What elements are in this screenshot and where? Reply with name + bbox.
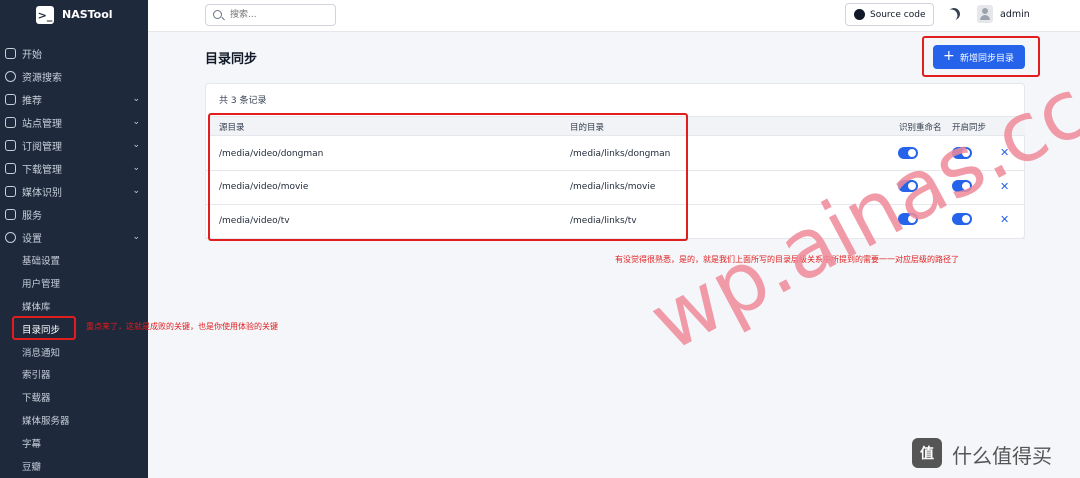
sidebar-item-label: 订阅管理 [22, 142, 62, 153]
username[interactable]: admin [1000, 9, 1030, 20]
sidebar-item-sites[interactable]: 站点管理 ⌄ [0, 111, 148, 134]
avatar[interactable] [977, 5, 993, 23]
search-box[interactable] [205, 4, 336, 26]
sidebar-item-start[interactable]: 开始 [0, 42, 148, 65]
check-square-icon [5, 117, 16, 128]
sidebar-subitem-library[interactable]: 媒体库 [0, 295, 148, 318]
moon-icon[interactable] [946, 6, 962, 22]
top-header: Source code admin [148, 0, 1080, 32]
sidebar: >_ NASTool 开始 资源搜索 推荐 ⌄ 站点管理 ⌄ 订阅管理 ⌄ 下载管理 ⌄… [0, 0, 148, 478]
gear-icon [5, 232, 16, 243]
chevron-down-icon: ⌄ [132, 94, 140, 104]
annotation-box-sidebar [12, 316, 76, 340]
sidebar-item-services[interactable]: 服务 [0, 203, 148, 226]
annotation-box-add-button [922, 36, 1040, 77]
sidebar-item-media-recognition[interactable]: 媒体识别 ⌄ [0, 180, 148, 203]
sidebar-item-subscriptions[interactable]: 订阅管理 ⌄ [0, 134, 148, 157]
star-icon [5, 94, 16, 105]
sidebar-item-label: 媒体识别 [22, 188, 62, 199]
sidebar-subitem-notifications[interactable]: 消息通知 [0, 340, 148, 363]
sidebar-item-label: 开始 [22, 50, 42, 61]
sidebar-item-label: 资源搜索 [22, 73, 62, 84]
home-icon [5, 48, 16, 59]
chevron-down-icon: ⌄ [132, 186, 140, 196]
sidebar-subitem-basic[interactable]: 基础设置 [0, 249, 148, 272]
chevron-down-icon: ⌄ [132, 140, 140, 150]
github-icon [854, 9, 865, 20]
source-code-label: Source code [870, 9, 926, 20]
close-icon[interactable]: ✕ [1000, 213, 1009, 226]
smzdm-logo-icon: 值 [912, 438, 942, 468]
chevron-down-icon: ⌄ [132, 117, 140, 127]
source-code-button[interactable]: Source code [845, 3, 934, 26]
sidebar-item-downloads[interactable]: 下载管理 ⌄ [0, 157, 148, 180]
sidebar-item-label: 推荐 [22, 96, 42, 107]
search-icon [5, 71, 16, 82]
download-icon [5, 163, 16, 174]
page-title: 目录同步 [205, 52, 258, 67]
annotation-note-sidebar: 重点来了，这就是成败的关键，也是你使用体验的关键 [86, 322, 278, 331]
sidebar-nav: 开始 资源搜索 推荐 ⌄ 站点管理 ⌄ 订阅管理 ⌄ 下载管理 ⌄ 媒体识别 ⌄ 服务 设… [0, 42, 148, 477]
sidebar-item-label: 下载管理 [22, 165, 62, 176]
sidebar-item-resource-search[interactable]: 资源搜索 [0, 65, 148, 88]
smzdm-text: 什么值得买 [952, 444, 1052, 468]
search-input[interactable] [230, 8, 330, 22]
chevron-down-icon: ⌄ [132, 232, 140, 242]
record-count: 共 3 条记录 [219, 96, 267, 106]
sidebar-subitem-users[interactable]: 用户管理 [0, 272, 148, 295]
annotation-box-table [208, 113, 688, 241]
sidebar-item-label: 设置 [22, 234, 42, 245]
brand[interactable]: >_ NASTool [0, 0, 148, 32]
chevron-down-icon: ⌄ [132, 163, 140, 173]
grid-icon [5, 209, 16, 220]
search-icon [213, 10, 222, 19]
sidebar-item-label: 服务 [22, 211, 42, 222]
sidebar-item-recommend[interactable]: 推荐 ⌄ [0, 88, 148, 111]
sidebar-subitem-media-servers[interactable]: 媒体服务器 [0, 409, 148, 432]
sidebar-item-settings[interactable]: 设置 ⌄ [0, 226, 148, 249]
sidebar-subitem-douban[interactable]: 豆瓣 [0, 454, 148, 477]
app-name: NASTool [62, 8, 113, 21]
sidebar-item-label: 站点管理 [22, 119, 62, 130]
sidebar-subitem-indexers[interactable]: 索引器 [0, 363, 148, 386]
terminal-logo-icon: >_ [36, 6, 54, 24]
check-square-icon [5, 140, 16, 151]
sidebar-subitem-subtitles[interactable]: 字幕 [0, 431, 148, 454]
sidebar-subitem-downloaders[interactable]: 下载器 [0, 386, 148, 409]
film-icon [5, 186, 16, 197]
